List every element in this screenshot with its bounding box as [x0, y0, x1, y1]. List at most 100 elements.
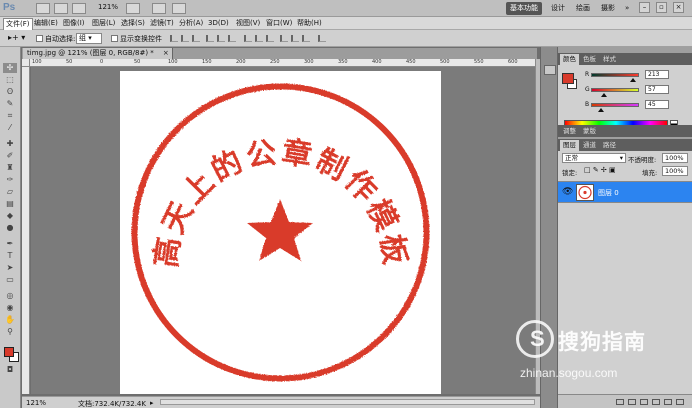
workspace-photography[interactable]: 摄影	[597, 2, 619, 15]
ruler-origin[interactable]	[22, 59, 30, 67]
fill-input[interactable]: 100%	[662, 166, 688, 176]
healing-brush-tool-icon[interactable]: ✚	[3, 139, 17, 149]
auto-select-dropdown[interactable]: 组 ▾	[76, 33, 102, 44]
menu-view[interactable]: 视图(V)	[234, 18, 262, 29]
horizontal-ruler[interactable]: 100 50 0 50 100 150 200 250 300 350 400 450 500 550 60…	[30, 59, 535, 67]
status-zoom[interactable]: 121%	[26, 399, 46, 407]
menu-image[interactable]: 图像(I)	[61, 18, 87, 29]
distribute-hcenter-icon[interactable]	[291, 35, 299, 42]
auto-align-icon[interactable]	[318, 35, 326, 42]
document-close-icon[interactable]: ×	[163, 48, 169, 59]
menu-window[interactable]: 窗口(W)	[264, 18, 294, 29]
hand-tool-icon[interactable]	[126, 3, 140, 14]
distribute-top-icon[interactable]	[244, 35, 252, 42]
new-group-icon[interactable]	[664, 399, 672, 405]
link-layers-icon[interactable]	[616, 399, 624, 405]
path-select-tool-icon[interactable]: ➤	[3, 263, 17, 273]
channel-g-value[interactable]: 57	[645, 85, 669, 94]
menu-analysis[interactable]: 分析(A)	[177, 18, 205, 29]
tab-layers[interactable]: 图层	[560, 140, 579, 151]
panel-fg-swatch[interactable]	[562, 73, 574, 84]
hand-tool-icon-panel[interactable]: ✋	[3, 315, 17, 325]
eye-icon[interactable]: 👁	[562, 187, 573, 197]
adjustment-layer-icon[interactable]	[652, 399, 660, 405]
tab-paths[interactable]: 路径	[600, 140, 619, 151]
auto-select-checkbox[interactable]	[36, 35, 43, 42]
distribute-left-icon[interactable]	[280, 35, 288, 42]
history-panel-icon[interactable]	[544, 65, 556, 75]
distribute-vcenter-icon[interactable]	[255, 35, 263, 42]
move-tool-icon[interactable]: ✢	[3, 63, 17, 73]
align-top-icon[interactable]	[170, 35, 178, 42]
zoom-level[interactable]: 121%	[98, 3, 118, 11]
gradient-tool-icon[interactable]: ▤	[3, 199, 17, 209]
pen-tool-icon[interactable]: ✒	[3, 239, 17, 249]
status-doc-info[interactable]: 文档:732.4K/732.4K	[78, 399, 146, 408]
opacity-input[interactable]: 100%	[662, 153, 688, 163]
channel-g-knob[interactable]	[601, 93, 607, 97]
minimize-icon[interactable]: –	[639, 2, 650, 13]
layer-name[interactable]: 图层 0	[598, 188, 619, 198]
clone-stamp-tool-icon[interactable]: ♜	[3, 163, 17, 173]
workspace-essentials[interactable]: 基本功能	[506, 2, 542, 15]
eyedropper-tool-icon[interactable]: ⁄	[3, 123, 17, 133]
channel-r-slider[interactable]	[591, 73, 639, 82]
status-menu-icon[interactable]: ▸	[150, 399, 154, 407]
add-mask-icon[interactable]	[640, 399, 648, 405]
menu-help[interactable]: 帮助(H)	[295, 18, 324, 29]
vertical-ruler[interactable]	[22, 67, 30, 394]
launch-bridge-icon[interactable]	[36, 3, 50, 14]
tab-adjustments[interactable]: 调整	[560, 126, 579, 137]
foreground-color-swatch[interactable]	[4, 347, 14, 357]
distribute-right-icon[interactable]	[302, 35, 310, 42]
restore-icon[interactable]: ▫	[656, 2, 667, 13]
quick-mask-icon[interactable]: ◘	[3, 365, 17, 375]
history-brush-tool-icon[interactable]: ✑	[3, 175, 17, 185]
align-bottom-icon[interactable]	[192, 35, 200, 42]
channel-g-slider[interactable]	[591, 88, 639, 97]
brush-tool-icon[interactable]: ✐	[3, 151, 17, 161]
crop-tool-icon[interactable]: ⌗	[3, 111, 17, 121]
menu-3d[interactable]: 3D(D)	[206, 18, 231, 29]
close-icon[interactable]: ×	[673, 2, 684, 13]
menu-layer[interactable]: 图层(L)	[90, 18, 117, 29]
tab-masks[interactable]: 蒙版	[580, 126, 599, 137]
lasso-tool-icon[interactable]: ʘ	[3, 87, 17, 97]
align-vcenter-icon[interactable]	[181, 35, 189, 42]
arrange-documents-icon[interactable]	[152, 3, 166, 14]
view-extras-icon[interactable]	[72, 3, 86, 14]
more-workspaces-icon[interactable]: »	[621, 2, 633, 15]
tab-color[interactable]: 颜色	[560, 54, 579, 65]
channel-r-knob[interactable]	[630, 78, 636, 82]
channel-r-value[interactable]: 213	[645, 70, 669, 79]
zoom-tool-icon[interactable]: ⚲	[3, 327, 17, 337]
lock-icons[interactable]: □ ✎ ✢ ▣	[584, 166, 616, 174]
tab-channels[interactable]: 通道	[580, 140, 599, 151]
workspace-design[interactable]: 设计	[547, 2, 569, 15]
distribute-bottom-icon[interactable]	[266, 35, 274, 42]
move-tool-preset-icon[interactable]: ▸+ ▾	[8, 33, 25, 42]
layer-row[interactable]: 👁 图层 0	[558, 181, 692, 203]
menu-select[interactable]: 选择(S)	[119, 18, 147, 29]
3d-rotate-tool-icon[interactable]: ◎	[3, 291, 17, 301]
workspace-painting[interactable]: 绘画	[572, 2, 594, 15]
channel-b-knob[interactable]	[598, 108, 604, 112]
eraser-tool-icon[interactable]: ▱	[3, 187, 17, 197]
align-hcenter-icon[interactable]	[217, 35, 225, 42]
quick-select-tool-icon[interactable]: ✎	[3, 99, 17, 109]
tab-styles[interactable]: 样式	[600, 54, 619, 65]
screen-mode-icon[interactable]	[172, 3, 186, 14]
image-canvas[interactable]: 高天上的公章制作模板	[120, 71, 441, 394]
menu-edit[interactable]: 编辑(E)	[32, 18, 60, 29]
channel-b-slider[interactable]	[591, 103, 639, 112]
layer-style-icon[interactable]	[628, 399, 636, 405]
align-right-icon[interactable]	[228, 35, 236, 42]
blur-tool-icon[interactable]: ◆	[3, 211, 17, 221]
show-transform-checkbox[interactable]	[111, 35, 118, 42]
document-tab[interactable]: timg.jpg @ 121% (图层 0, RGB/8#) * ×	[23, 48, 173, 59]
horizontal-scrollbar[interactable]	[160, 399, 535, 405]
new-layer-icon[interactable]	[676, 399, 684, 405]
type-tool-icon[interactable]: T	[3, 251, 17, 261]
blend-mode-dropdown[interactable]: 正常 ▾	[562, 153, 626, 163]
channel-b-value[interactable]: 45	[645, 100, 669, 109]
